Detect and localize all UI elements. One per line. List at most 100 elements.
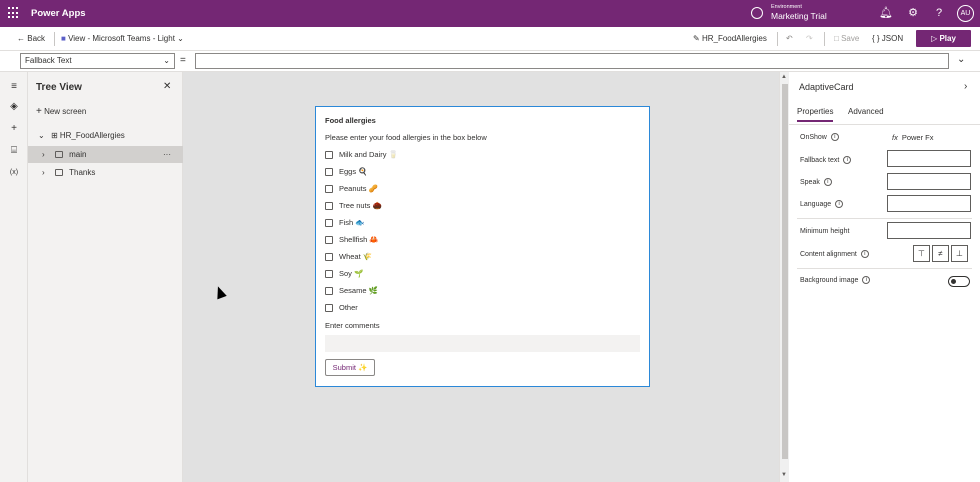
allergy-checkbox[interactable]: [325, 304, 333, 312]
json-button[interactable]: { } JSON: [872, 34, 903, 43]
layers-icon[interactable]: ◈: [7, 100, 21, 114]
play-button[interactable]: ▷ Play: [916, 30, 971, 47]
gear-icon[interactable]: ⚙: [906, 6, 920, 20]
formula-input[interactable]: [195, 53, 949, 69]
property-dropdown[interactable]: Fallback Text ⌄: [20, 53, 175, 69]
minimum-height-input[interactable]: [887, 222, 971, 239]
play-label: Play: [939, 34, 956, 43]
back-button[interactable]: ← Back: [17, 34, 45, 43]
allergy-checkbox[interactable]: [325, 219, 333, 227]
info-icon[interactable]: i: [860, 250, 869, 258]
allergy-checkbox[interactable]: [325, 253, 333, 261]
chevron-down-icon: ⌄: [38, 131, 45, 140]
allergy-option-label: Milk and Dairy 🥛: [339, 150, 398, 159]
allergy-option-label: Eggs 🍳: [339, 167, 368, 176]
view-dropdown[interactable]: ■ View - Microsoft Teams - Light ⌄: [61, 34, 184, 43]
environment-icon[interactable]: [751, 7, 763, 19]
view-label: View - Microsoft Teams - Light: [68, 34, 175, 43]
tree-item-screen[interactable]: › Thanks: [28, 164, 183, 181]
more-options-icon[interactable]: ···: [163, 146, 171, 163]
allergy-checkbox[interactable]: [325, 185, 333, 193]
speak-label: Speak i: [800, 178, 832, 186]
info-icon[interactable]: i: [862, 276, 871, 284]
app-name-button[interactable]: ✎ HR_FoodAllergies: [693, 34, 767, 43]
tree-item-screen-label: Thanks: [69, 168, 96, 177]
content-alignment-label: Content alignment i: [800, 250, 869, 258]
language-input[interactable]: [887, 195, 971, 212]
chevron-right-icon[interactable]: ›: [964, 81, 967, 92]
scroll-up-icon[interactable]: ▲: [781, 74, 787, 80]
scrollbar-thumb[interactable]: [782, 84, 788, 459]
back-label: Back: [27, 34, 46, 43]
save-button[interactable]: □ Save: [834, 34, 859, 43]
chevron-down-icon: ⌄: [177, 34, 184, 43]
comments-label: Enter comments: [325, 321, 380, 330]
pencil-icon: ✎: [693, 34, 700, 43]
screen-icon: [54, 169, 63, 177]
onshow-label: OnShow i: [800, 133, 839, 141]
divider: [797, 218, 972, 219]
adaptive-card[interactable]: Food allergies Please enter your food al…: [315, 106, 650, 387]
database-icon[interactable]: ⌸: [7, 144, 21, 158]
fallback-text-input[interactable]: [887, 150, 971, 167]
align-top-icon[interactable]: ⊤: [913, 245, 930, 262]
new-screen-button[interactable]: + New screen: [36, 106, 86, 117]
tree-item-app[interactable]: ⌄ ⊞ HR_FoodAllergies: [28, 127, 183, 144]
allergy-option-label: Soy 🌱: [339, 269, 364, 278]
info-icon[interactable]: i: [830, 133, 839, 141]
canvas-scrollbar[interactable]: ▲ ▼: [779, 72, 789, 482]
allergy-option-label: Peanuts 🥜: [339, 184, 378, 193]
app-header: Power Apps Environment Marketing Trial 🔔…: [0, 0, 980, 27]
info-icon[interactable]: i: [835, 200, 844, 208]
scroll-down-icon[interactable]: ▼: [781, 472, 787, 478]
align-bottom-icon[interactable]: ⊥: [951, 245, 968, 262]
info-icon[interactable]: i: [843, 156, 852, 164]
tree-item-screen[interactable]: › main ···: [28, 146, 183, 163]
info-icon[interactable]: i: [823, 178, 832, 186]
onshow-value[interactable]: fx Power Fx: [892, 133, 934, 142]
allergy-checkbox[interactable]: [325, 168, 333, 176]
card-prompt: Please enter your food allergies in the …: [325, 133, 487, 142]
environment-name[interactable]: Marketing Trial: [771, 11, 827, 21]
background-image-toggle[interactable]: [948, 276, 970, 287]
allergy-checkbox[interactable]: [325, 151, 333, 159]
app-name-label: HR_FoodAllergies: [701, 34, 767, 43]
allergy-checkbox[interactable]: [325, 287, 333, 295]
formula-bar: Fallback Text ⌄ = ⌄: [0, 51, 980, 72]
comments-input[interactable]: [325, 335, 640, 352]
undo-icon[interactable]: ↶: [786, 34, 793, 43]
left-rail: ≡ ◈ + ⌸ (x): [0, 72, 28, 482]
tab-properties[interactable]: Properties: [797, 107, 834, 122]
tab-divider: [789, 124, 980, 125]
allergy-option-label: Shellfish 🦀: [339, 235, 379, 244]
environment-label[interactable]: Environment: [771, 4, 802, 10]
hamburger-icon[interactable]: ≡: [7, 80, 21, 94]
allergy-option-label: Other: [339, 303, 358, 312]
plus-icon[interactable]: +: [7, 122, 21, 136]
bell-icon[interactable]: 🔔︎: [879, 6, 893, 20]
chevron-down-icon[interactable]: ⌄: [957, 54, 965, 65]
allergy-option-label: Fish 🐟: [339, 218, 365, 227]
tree-view-title: Tree View: [36, 82, 82, 93]
allergy-checkbox[interactable]: [325, 202, 333, 210]
allergy-checkbox[interactable]: [325, 270, 333, 278]
align-middle-icon[interactable]: ≠: [932, 245, 949, 262]
app-grid-icon: ⊞: [50, 131, 58, 140]
tab-advanced[interactable]: Advanced: [848, 107, 884, 116]
language-label: Language i: [800, 200, 844, 208]
app-brand[interactable]: Power Apps: [31, 8, 86, 19]
submit-button[interactable]: Submit ✨: [325, 359, 375, 376]
help-icon[interactable]: ?: [932, 6, 946, 20]
waffle-icon[interactable]: [8, 7, 20, 19]
speak-input[interactable]: [887, 173, 971, 190]
divider: [777, 32, 778, 46]
redo-icon[interactable]: ↷: [806, 34, 813, 43]
fx-icon: fx: [892, 133, 898, 142]
command-bar: ← Back ■ View - Microsoft Teams - Light …: [0, 27, 980, 51]
allergy-checkbox[interactable]: [325, 236, 333, 244]
variables-icon[interactable]: (x): [7, 166, 21, 180]
card-title: Food allergies: [325, 116, 376, 125]
minimum-height-label: Minimum height: [800, 228, 850, 235]
close-icon[interactable]: ✕: [163, 81, 171, 92]
avatar[interactable]: AU: [957, 5, 974, 22]
